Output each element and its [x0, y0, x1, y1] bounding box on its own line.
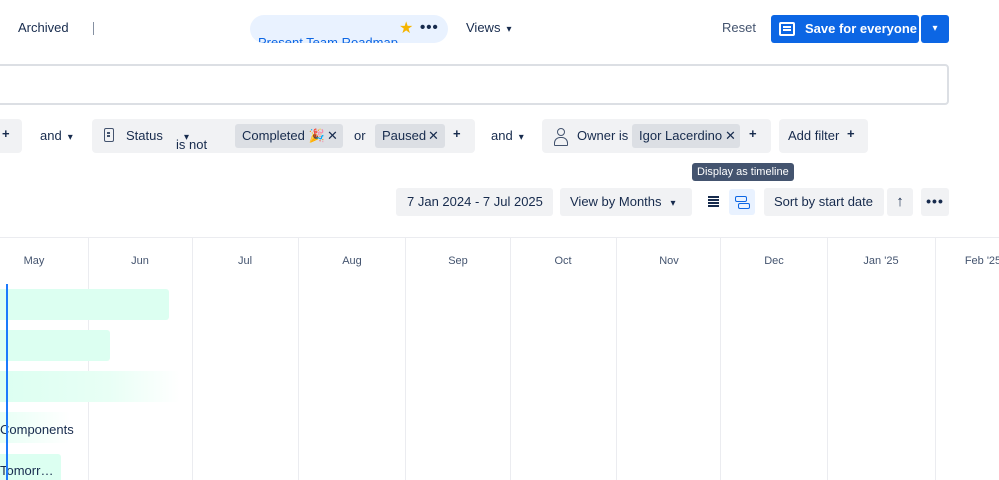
month-divider: [405, 238, 406, 480]
star-icon[interactable]: ★: [399, 19, 413, 39]
save-view-icon: [779, 22, 795, 36]
views-dropdown[interactable]: Views ▾: [466, 20, 511, 35]
month-label: Aug: [342, 255, 362, 267]
search-input[interactable]: [0, 64, 949, 105]
status-operator-dropdown[interactable]: is not ▾: [176, 128, 207, 152]
or-label: or: [354, 128, 366, 143]
and-operator-dropdown[interactable]: and ▾: [40, 128, 73, 143]
views-label: Views: [466, 20, 501, 35]
month-divider: [935, 238, 936, 480]
timeline-bar[interactable]: [0, 289, 169, 320]
close-icon[interactable]: ✕: [327, 128, 338, 144]
timeline: May Jun Jul Aug Sep Oct Nov Dec Jan '25 …: [0, 237, 999, 480]
more-options-button[interactable]: •••: [921, 188, 949, 216]
chevron-down-icon: ▾: [518, 132, 524, 143]
reset-button[interactable]: Reset: [722, 20, 756, 35]
more-icon[interactable]: •••: [420, 19, 439, 37]
view-by-dropdown[interactable]: View by Months ▾: [560, 188, 692, 216]
add-value-icon[interactable]: +: [2, 126, 10, 141]
and-label: and: [40, 128, 62, 143]
status-value-chip: Paused ✕: [375, 124, 445, 148]
month-divider: [192, 238, 193, 480]
chevron-down-icon: ▾: [67, 132, 73, 143]
owner-value-chip: Igor Lacerdino ✕: [632, 124, 740, 148]
plus-icon: +: [847, 126, 855, 141]
status-filter-chip: Status is not ▾ Completed 🎉 ✕ or Paused ✕…: [92, 119, 475, 153]
save-options-button[interactable]: ▾: [921, 15, 949, 43]
status-operator-label: is not: [176, 137, 208, 152]
view-by-label: View by Months: [570, 194, 662, 209]
timeline-view-button[interactable]: [729, 189, 755, 215]
month-label: Jun: [131, 255, 149, 267]
more-icon: •••: [926, 193, 944, 209]
month-label: Sep: [448, 255, 468, 267]
owner-filter-chip: Owner is Igor Lacerdino ✕ +: [542, 119, 771, 153]
chevron-down-icon: ▾: [506, 24, 512, 35]
add-value-icon[interactable]: +: [749, 126, 757, 141]
timeline-bar-label: Components: [0, 422, 74, 437]
save-label: Save for everyone: [805, 21, 918, 36]
chevron-down-icon: ▾: [670, 198, 676, 209]
and-operator-dropdown[interactable]: and ▾: [491, 128, 524, 143]
person-icon: [554, 128, 568, 146]
month-divider: [510, 238, 511, 480]
arrow-up-icon: ↑: [896, 193, 904, 210]
tooltip: Display as timeline: [692, 163, 794, 181]
date-range-button[interactable]: 7 Jan 2024 - 7 Jul 2025: [396, 188, 553, 216]
view-title[interactable]: Present Team Roadmap: [258, 35, 398, 43]
month-label: Jul: [237, 255, 253, 267]
status-icon: [104, 128, 114, 142]
sort-direction-button[interactable]: ↑: [887, 188, 913, 216]
add-filter-button[interactable]: Add filter +: [779, 119, 868, 153]
month-divider: [298, 238, 299, 480]
archived-tab[interactable]: Archived: [18, 20, 69, 35]
owner-value: Igor Lacerdino: [639, 128, 723, 143]
month-label: Feb '25: [964, 255, 999, 267]
and-label: and: [491, 128, 513, 143]
month-divider: [827, 238, 828, 480]
status-value-completed: Completed 🎉: [242, 128, 325, 143]
month-divider: [720, 238, 721, 480]
month-label: Oct: [554, 255, 572, 267]
status-value-chip: Completed 🎉 ✕: [235, 124, 343, 148]
month-label: Jan '25: [863, 255, 899, 267]
month-label: May: [23, 255, 45, 267]
chevron-down-icon: ▾: [932, 23, 938, 34]
save-for-everyone-button[interactable]: Save for everyone: [771, 15, 919, 43]
close-icon[interactable]: ✕: [428, 128, 439, 144]
month-divider: [616, 238, 617, 480]
today-marker: [6, 284, 8, 480]
previous-filter-chip: +: [0, 119, 22, 153]
list-icon: [708, 196, 719, 207]
top-bar: Archived Present Team Roadmap ★ ••• View…: [0, 0, 999, 58]
divider: [93, 22, 94, 35]
month-label: Nov: [659, 255, 679, 267]
add-value-icon[interactable]: +: [453, 126, 461, 141]
close-icon[interactable]: ✕: [725, 128, 736, 144]
timeline-bar[interactable]: [0, 330, 110, 361]
status-value-paused: Paused: [382, 128, 427, 143]
timeline-bar-label: Tomorr…: [0, 463, 54, 478]
owner-filter-label: Owner is: [577, 128, 629, 143]
timeline-bar[interactable]: [0, 371, 180, 402]
sort-dropdown[interactable]: Sort by start date: [764, 188, 884, 216]
view-title-pill[interactable]: Present Team Roadmap ★ •••: [250, 15, 448, 43]
status-filter-label: Status: [126, 128, 163, 143]
add-filter-label: Add filter: [788, 128, 840, 143]
month-label: Dec: [764, 255, 784, 267]
